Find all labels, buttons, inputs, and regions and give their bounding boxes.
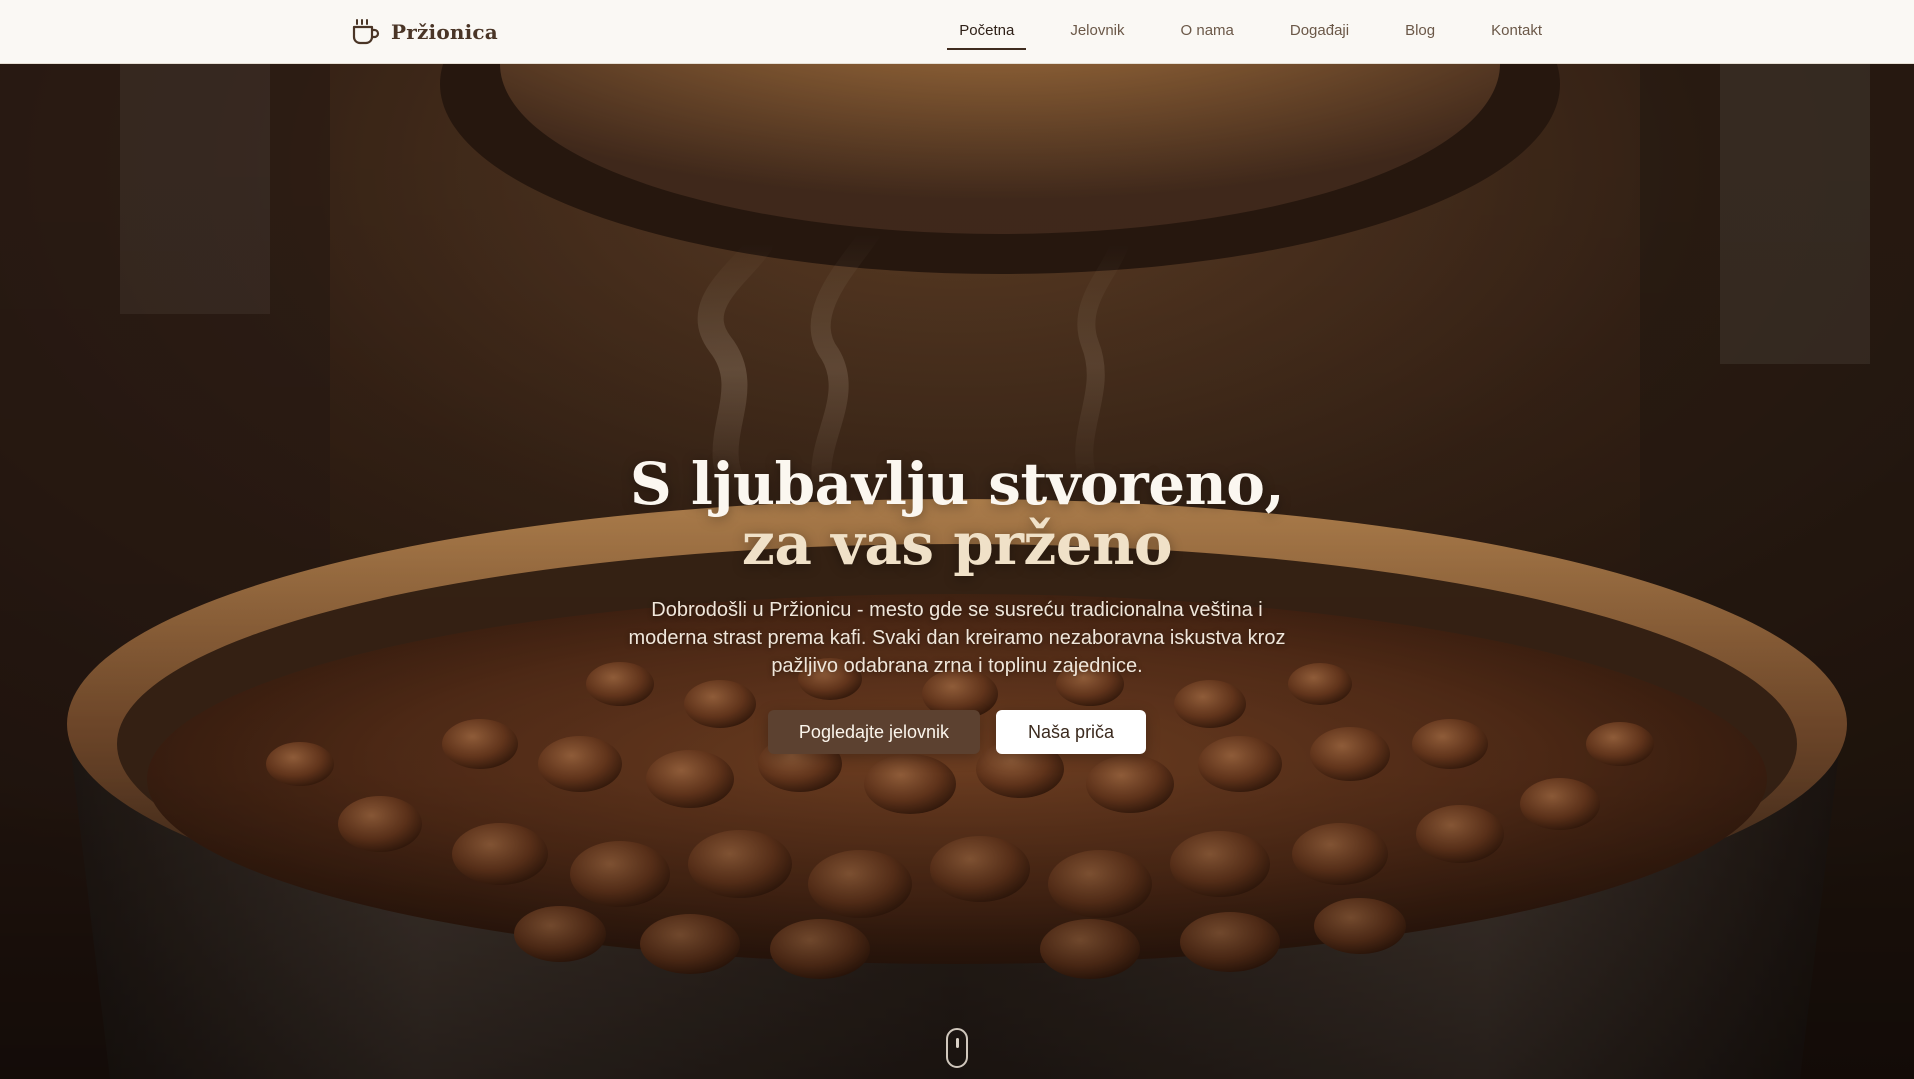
nav-item-jelovnik[interactable]: Jelovnik — [1058, 0, 1136, 60]
hero-title-line-2: za vas prženo — [741, 510, 1173, 578]
hero-actions: Pogledajte jelovnik Naša priča — [0, 710, 1914, 754]
coffee-cup-icon — [352, 19, 380, 45]
view-menu-button[interactable]: Pogledajte jelovnik — [767, 710, 981, 754]
site-header: Pržionica Početna Jelovnik O nama Događa… — [0, 0, 1914, 64]
brand-logo[interactable]: Pržionica — [351, 16, 498, 48]
nav-item-blog[interactable]: Blog — [1393, 0, 1447, 60]
hero-text-block: S ljubavlju stvoreno, za vas prženo Dobr… — [0, 454, 1914, 754]
page: Pržionica Početna Jelovnik O nama Događa… — [0, 0, 1914, 1079]
hero-title-line-1: S ljubavlju stvoreno, — [629, 450, 1285, 518]
scroll-wheel-indicator — [955, 1038, 959, 1048]
main-nav: Početna Jelovnik O nama Događaji Blog Ko… — [947, 0, 1554, 64]
our-story-button[interactable]: Naša priča — [996, 710, 1147, 754]
brand-name: Pržionica — [391, 20, 498, 44]
hero-description: Dobrodošli u Pržionicu - mesto gde se su… — [628, 599, 1286, 677]
nav-item-kontakt[interactable]: Kontakt — [1479, 0, 1554, 60]
nav-item-pocetna[interactable]: Početna — [947, 0, 1027, 60]
hero-title: S ljubavlju stvoreno, za vas prženo — [0, 454, 1914, 574]
nav-item-o-nama[interactable]: O nama — [1169, 0, 1246, 60]
mouse-scroll-icon[interactable] — [946, 1028, 968, 1068]
nav-item-dogadjaji[interactable]: Događaji — [1278, 0, 1361, 60]
